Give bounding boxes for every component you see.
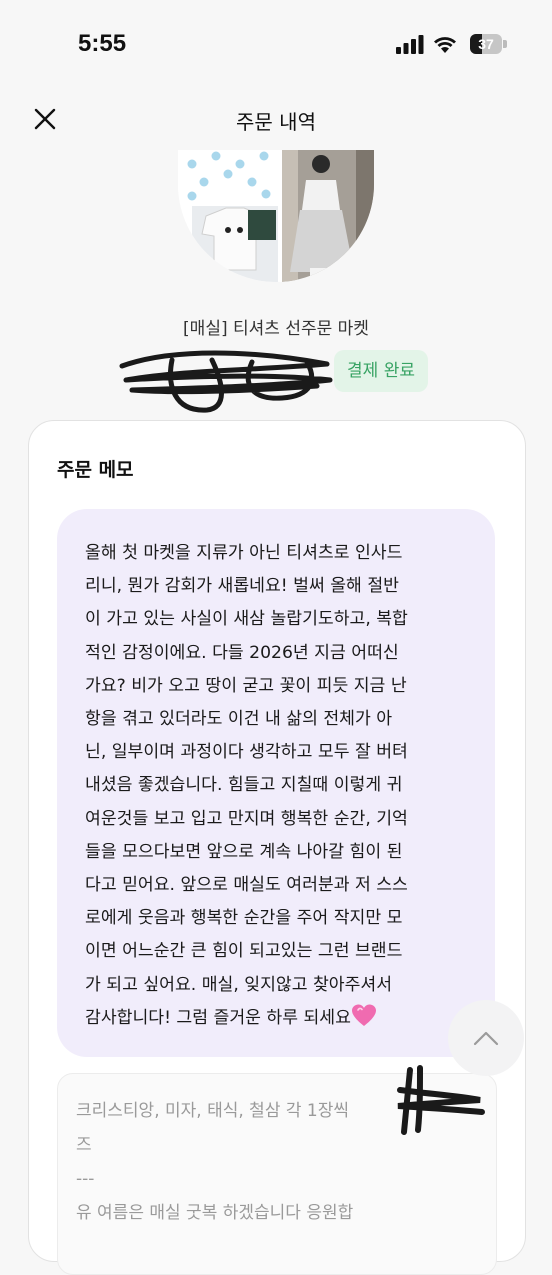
memo-bubble: 올해 첫 마켓을 지류가 아닌 티셔츠로 인사드 리니, 뭔가 감회가 새롭네요… <box>57 509 495 1057</box>
chevron-up-icon <box>473 1031 499 1046</box>
status-time: 5:55 <box>78 30 127 57</box>
pink-heart-icon <box>351 1004 376 1026</box>
shop-avatar-image <box>178 150 374 282</box>
status-bar: 5:55 37 <box>0 0 552 90</box>
shop-name: [매실] 티셔츠 선주문 마켓 <box>183 319 369 339</box>
memo-text-content: 올해 첫 마켓을 지류가 아닌 티셔츠로 인사드 리니, 뭔가 감회가 새롭네요… <box>85 543 408 1028</box>
shop-avatar[interactable] <box>178 150 374 282</box>
order-status-badge: 결제 완료 <box>334 350 428 392</box>
page-title: 주문 내역 <box>236 110 316 134</box>
header: 주문 내역 <box>0 90 552 150</box>
battery-percent: 37 <box>478 36 494 52</box>
status-icons <box>396 34 458 54</box>
signal-icon <box>396 35 424 54</box>
wifi-icon <box>434 37 456 53</box>
battery-indicator: 37 <box>470 34 507 54</box>
memo-text: 올해 첫 마켓을 지류가 아닌 티셔츠로 인사드 리니, 뭔가 감회가 새롭네요… <box>85 537 475 1035</box>
scroll-to-top-button[interactable] <box>448 1000 524 1076</box>
memo-section-title: 주문 메모 <box>57 459 134 481</box>
redaction-scribble <box>119 350 333 413</box>
